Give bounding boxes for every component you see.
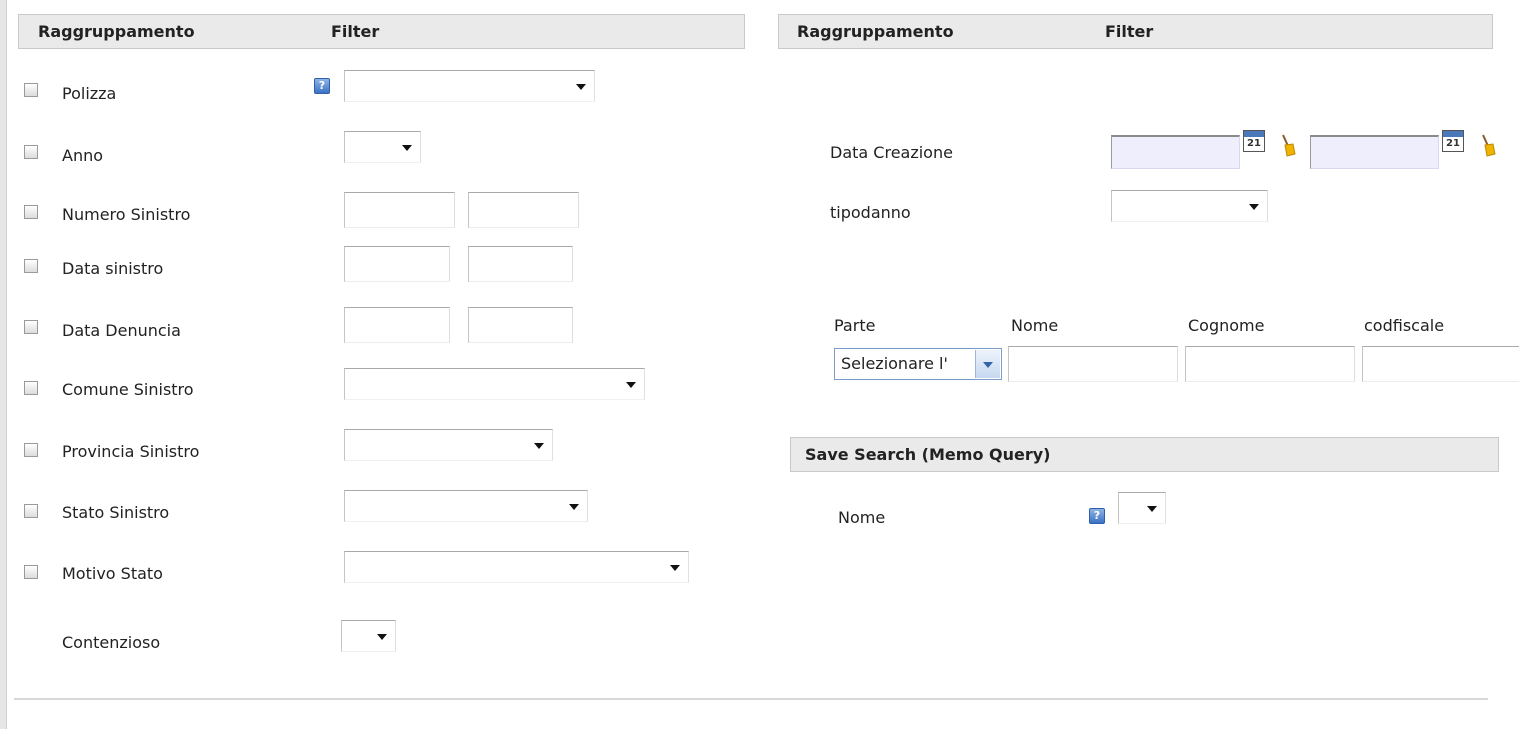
column-header-nome: Nome [1011, 316, 1059, 335]
calendar-icon[interactable]: 21 [1442, 130, 1464, 152]
left-edge-bar [0, 0, 7, 729]
dropdown-arrow-icon [402, 145, 412, 151]
label-comune-sinistro: Comune Sinistro [62, 380, 194, 399]
checkbox-data-sinistro[interactable] [24, 259, 38, 273]
label-save-search-nome: Nome [838, 508, 886, 527]
select-stato-sinistro[interactable] [344, 490, 588, 522]
select-contenzioso[interactable] [341, 620, 396, 652]
left-header-grouping: Raggruppamento [38, 22, 195, 41]
select-polizza[interactable] [344, 70, 595, 102]
input-parte-codfiscale[interactable] [1362, 346, 1519, 382]
select-comune-sinistro[interactable] [344, 368, 645, 400]
broom-clear-icon[interactable] [1280, 134, 1296, 158]
column-header-cognome: Cognome [1188, 316, 1265, 335]
calendar-icon[interactable]: 21 [1243, 130, 1265, 152]
label-contenzioso: Contenzioso [62, 633, 161, 652]
save-search-header: Save Search (Memo Query) [790, 437, 1499, 472]
dropdown-arrow-icon [534, 443, 544, 449]
input-data-sinistro-from[interactable] [344, 246, 450, 282]
column-header-parte: Parte [834, 316, 876, 335]
label-motivo-stato: Motivo Stato [62, 564, 163, 583]
dropdown-arrow-icon [569, 504, 579, 510]
help-icon[interactable]: ? [1089, 508, 1105, 524]
label-data-denuncia: Data Denuncia [62, 321, 181, 340]
broom-clear-icon[interactable] [1480, 134, 1496, 158]
input-numero-sinistro-to[interactable] [468, 192, 579, 228]
checkbox-stato-sinistro[interactable] [24, 504, 38, 518]
dropdown-arrow-icon [626, 382, 636, 388]
right-header-grouping: Raggruppamento [797, 22, 954, 41]
column-header-codfiscale: codfiscale [1364, 316, 1445, 335]
dropdown-arrow-icon [1147, 506, 1157, 512]
checkbox-data-denuncia[interactable] [24, 320, 38, 334]
label-provincia-sinistro: Provincia Sinistro [62, 442, 200, 461]
label-data-creazione: Data Creazione [830, 143, 953, 162]
checkbox-comune-sinistro[interactable] [24, 381, 38, 395]
input-data-sinistro-to[interactable] [468, 246, 573, 282]
left-header-filter: Filter [331, 22, 380, 41]
dropdown-arrow-icon [377, 634, 387, 640]
input-data-creazione-to[interactable] [1310, 135, 1439, 169]
select-parte-value: Selezionare l' [841, 354, 948, 373]
input-numero-sinistro-from[interactable] [344, 192, 455, 228]
label-stato-sinistro: Stato Sinistro [62, 503, 170, 522]
input-parte-nome[interactable] [1008, 346, 1178, 382]
select-provincia-sinistro[interactable] [344, 429, 553, 461]
label-tipodanno: tipodanno [830, 203, 911, 222]
dropdown-arrow-icon [670, 565, 680, 571]
checkbox-anno[interactable] [24, 145, 38, 159]
select-save-search-nome[interactable] [1118, 492, 1166, 524]
label-polizza: Polizza [62, 84, 117, 103]
dropdown-arrow-icon [1249, 204, 1259, 210]
select-parte[interactable]: Selezionare l' [834, 348, 1002, 380]
checkbox-polizza[interactable] [24, 83, 38, 97]
save-search-title: Save Search (Memo Query) [805, 445, 1051, 464]
input-parte-cognome[interactable] [1185, 346, 1355, 382]
bottom-divider [14, 698, 1488, 700]
left-panel-header: Raggruppamento Filter [18, 14, 745, 49]
checkbox-provincia-sinistro[interactable] [24, 443, 38, 457]
select-motivo-stato[interactable] [344, 551, 689, 583]
input-data-creazione-from[interactable] [1111, 135, 1240, 169]
input-data-denuncia-to[interactable] [468, 307, 573, 343]
label-numero-sinistro: Numero Sinistro [62, 205, 191, 224]
checkbox-motivo-stato[interactable] [24, 565, 38, 579]
select-anno[interactable] [344, 131, 421, 163]
label-anno: Anno [62, 146, 104, 165]
dropdown-arrow-icon[interactable] [975, 350, 1000, 378]
dropdown-arrow-icon [576, 84, 586, 90]
checkbox-numero-sinistro[interactable] [24, 205, 38, 219]
help-icon[interactable]: ? [314, 78, 330, 94]
right-header-filter: Filter [1105, 22, 1154, 41]
right-panel-header: Raggruppamento Filter [778, 14, 1493, 49]
input-data-denuncia-from[interactable] [344, 307, 450, 343]
select-tipodanno[interactable] [1111, 190, 1268, 222]
label-data-sinistro: Data sinistro [62, 259, 164, 278]
